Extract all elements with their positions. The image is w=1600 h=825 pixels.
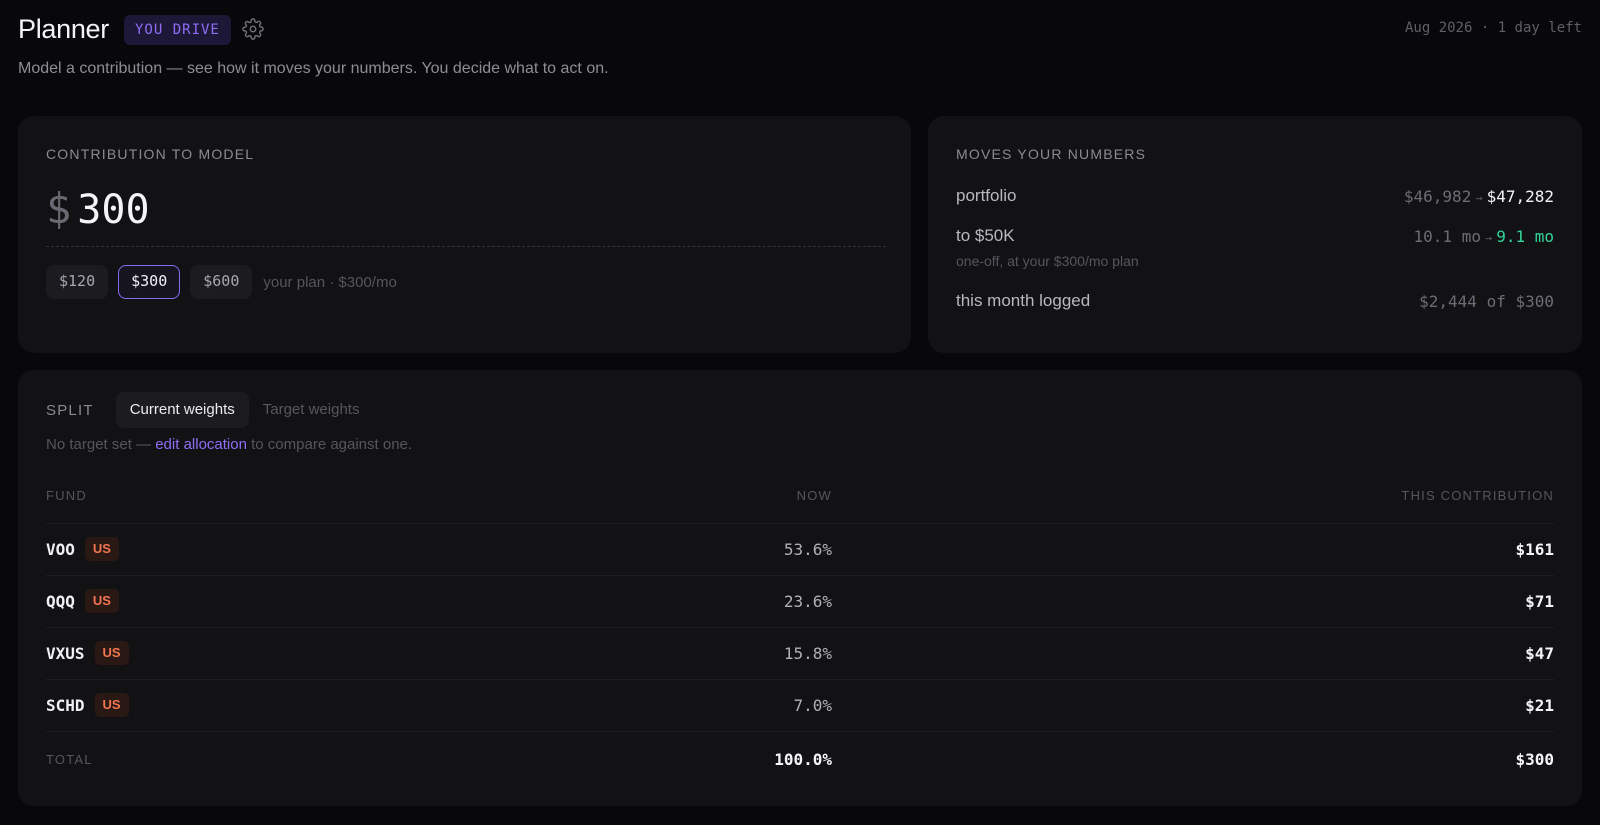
goal-value: 10.1 mo → 9.1 mo (1414, 227, 1554, 246)
contribution-card: CONTRIBUTION TO MODEL $ 300 $120 $300 $6… (18, 116, 911, 353)
preset-chip-120[interactable]: $120 (46, 265, 109, 299)
table-row: QQQ US 23.6% $71 (46, 576, 1554, 628)
total-label: TOTAL (46, 752, 93, 767)
now-weight: 7.0% (793, 696, 832, 715)
preset-chip-300[interactable]: $300 (118, 265, 181, 299)
portfolio-label: portfolio (956, 186, 1017, 205)
deadline-text: Aug 2026 · 1 day left (1404, 20, 1582, 36)
amount-underline (46, 246, 886, 247)
weights-tabs: Current weights Target weights (115, 392, 374, 428)
region-tag: US (84, 537, 119, 561)
portfolio-to: $47,282 (1486, 187, 1554, 206)
tab-target-weights[interactable]: Target weights (249, 392, 374, 428)
moves-heading: MOVES YOUR NUMBERS (956, 146, 1147, 162)
portfolio-from: $46,982 (1403, 187, 1472, 206)
mode-badge: YOU DRIVE (124, 15, 231, 45)
column-fund: FUND (46, 488, 87, 503)
now-weight: 15.8% (783, 644, 832, 663)
now-weight: 23.6% (783, 592, 832, 611)
split-header: SPLIT Current weights Target weights (46, 392, 373, 428)
preset-chips: $120 $300 $600 your plan · $300/mo (46, 265, 397, 299)
column-now: NOW (796, 488, 832, 503)
logged-label: this month logged (956, 291, 1091, 310)
contribution-amount-input[interactable]: $ 300 (46, 184, 150, 236)
page-header: Planner YOU DRIVE Aug 2026 · 1 day left (18, 12, 1582, 52)
table-row: SCHD US 7.0% $21 (46, 680, 1554, 732)
table-row: VOO US 53.6% $161 (46, 524, 1554, 576)
currency-symbol: $ (46, 184, 72, 233)
portfolio-value: $46,982 → $47,282 (1404, 187, 1554, 206)
table-header: FUND NOW THIS CONTRIBUTION (46, 480, 1554, 524)
contribution-amount-cell: $161 (1515, 540, 1554, 559)
contribution-heading: CONTRIBUTION TO MODEL (46, 146, 255, 162)
fund-cell: VXUS US (46, 641, 129, 665)
target-note-prefix: No target set — (46, 436, 156, 453)
contribution-amount-cell: $21 (1525, 696, 1554, 715)
target-note: No target set — edit allocation to compa… (46, 436, 412, 453)
preset-chip-600[interactable]: $600 (190, 265, 253, 299)
logged-value: $2,444 of $300 (1419, 292, 1554, 311)
split-heading: SPLIT (46, 401, 94, 419)
tab-current-weights[interactable]: Current weights (115, 392, 249, 428)
gear-icon[interactable] (242, 18, 264, 40)
table-total-row: TOTAL 100.0% $300 (46, 732, 1554, 788)
goal-note: one-off, at your $300/mo plan (956, 253, 1139, 269)
region-tag: US (94, 641, 129, 665)
goal-to: 9.1 mo (1496, 227, 1554, 246)
fund-cell: VOO US (46, 537, 119, 561)
target-note-suffix: to compare against one. (246, 436, 413, 453)
fund-ticker: VXUS (46, 643, 85, 663)
region-tag: US (94, 693, 129, 717)
column-contribution: THIS CONTRIBUTION (1401, 488, 1554, 503)
contribution-amount-cell: $47 (1525, 644, 1554, 663)
total-contribution: $300 (1515, 750, 1554, 769)
fund-cell: SCHD US (46, 693, 129, 717)
arrow-icon: → (1484, 231, 1493, 245)
plan-note: your plan · $300/mo (263, 273, 397, 291)
moves-card: MOVES YOUR NUMBERS portfolio $46,982 → $47… (928, 116, 1582, 353)
fund-ticker: QQQ (46, 591, 75, 611)
arrow-icon: → (1475, 191, 1483, 205)
page-subtitle: Model a contribution — see how it moves … (18, 60, 609, 77)
table-row: VXUS US 15.8% $47 (46, 628, 1554, 680)
edit-allocation-link[interactable]: edit allocation (155, 436, 247, 453)
contribution-amount[interactable]: 300 (77, 187, 149, 233)
goal-label: to $50K (956, 226, 1015, 245)
fund-ticker: SCHD (46, 695, 85, 715)
page-title: Planner (18, 14, 109, 44)
total-now: 100.0% (774, 750, 832, 769)
goal-from: 10.1 mo (1413, 227, 1481, 246)
fund-cell: QQQ US (46, 589, 119, 613)
split-card: SPLIT Current weights Target weights No … (18, 370, 1582, 806)
split-table: FUND NOW THIS CONTRIBUTION VOO US 53.6% … (46, 480, 1554, 788)
fund-ticker: VOO (46, 539, 75, 559)
region-tag: US (84, 589, 119, 613)
now-weight: 53.6% (783, 540, 832, 559)
contribution-amount-cell: $71 (1525, 592, 1554, 611)
